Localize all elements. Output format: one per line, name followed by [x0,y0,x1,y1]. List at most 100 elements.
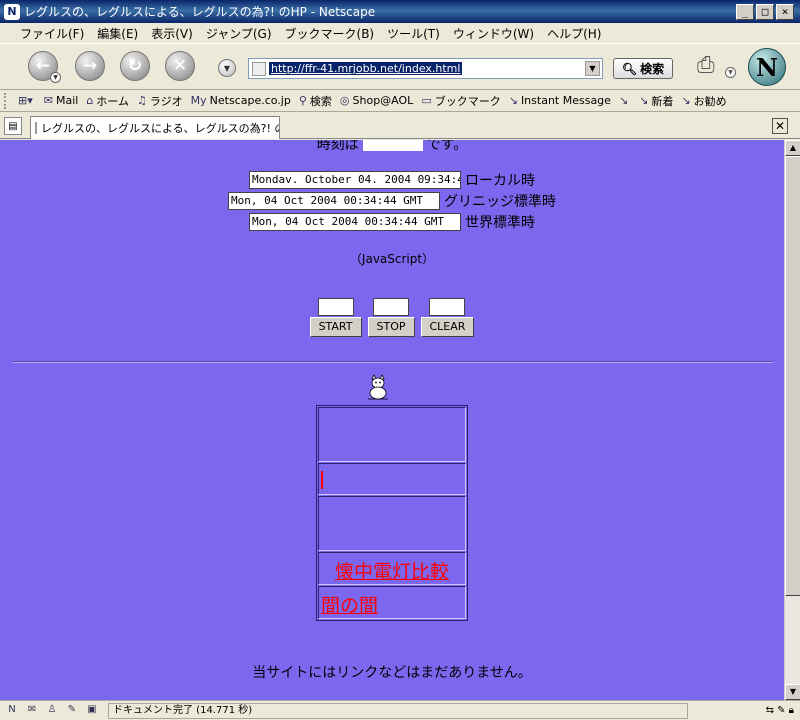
printer-icon: ⎙ [697,53,715,78]
close-tab-button[interactable]: ✕ [772,118,788,134]
link-table-cell [318,407,466,462]
back-history-dropdown[interactable]: ▼ [50,72,61,83]
address-book-status-icon[interactable]: ▣ [84,704,100,718]
netscape-status-icon[interactable]: N [4,704,20,718]
local-time-label: ローカル時 [465,173,535,189]
back-arrow-icon: ← [35,56,51,76]
address-bar[interactable]: http://ffr-41.mrjobb.net/index.html ▼ [248,58,603,79]
url-text[interactable]: http://ffr-41.mrjobb.net/index.html [269,62,463,75]
radio-icon: ♫ [136,94,147,107]
stop-x-icon: ✕ [172,56,188,76]
bookmark-icon: ↘ [618,94,629,107]
scroll-down-arrow[interactable]: ▼ [785,684,800,700]
link-table-cell [318,463,466,495]
shop-icon: ◎ [339,94,350,107]
tab-active[interactable]: レグルスの、レグルスによる、レグルスの為?! の... [30,116,280,139]
stopwatch-field-1[interactable] [317,298,354,316]
status-text: ドキュメント完了 (14.771 秒) [108,702,688,719]
between-link[interactable]: 間の間 [321,595,378,617]
toolbar-item-label: Netscape.co.jp [209,94,291,107]
toolbar-grip[interactable] [4,92,10,109]
netscape-app-icon[interactable]: N [4,3,20,20]
start-button[interactable]: START [309,317,362,337]
toolbar-item-netscape[interactable]: My Netscape.co.jp [191,94,291,107]
new-tab-button[interactable]: ▤ [4,117,22,135]
tab-bar: ▤ レグルスの、レグルスによる、レグルスの為?! の... ✕ [0,113,800,139]
bookmark-folder-icon: ▭ [421,94,432,107]
link-table-cell: 懐中電灯比較 [318,552,466,585]
footer-note: 当サイトにはリンクなどはまだありません。 [252,665,532,681]
url-history-dropdown[interactable]: ▼ [218,59,236,77]
toolbar-item-search[interactable]: ⚲ 検索 [299,93,332,109]
reload-button[interactable]: ↻ [120,51,150,81]
composer-status-icon[interactable]: ✎ [64,704,80,718]
search-button[interactable]: 🔍︎ 検索 [613,58,673,79]
flashlight-comparison-link[interactable]: 懐中電灯比較 [335,561,449,583]
toolbar-menu-button[interactable]: ⊞▾ [18,94,36,107]
toolbar-item-recommended[interactable]: ↘ お勧め [681,93,726,109]
cat-icon [364,373,392,401]
url-dropdown-button[interactable]: ▼ [585,61,600,76]
clock-row-local: Mondav. October 04. 2004 09:34:44 ローカル時 [0,170,784,190]
time-label-right: です。 [426,140,468,153]
close-icon: ✕ [774,119,786,133]
stop-button[interactable]: ✕ [165,51,195,81]
reload-icon: ↻ [127,56,143,76]
menu-window[interactable]: ウィンドウ(W) [453,25,534,42]
forward-button[interactable]: → [75,51,105,81]
toolbar-item-shop[interactable]: ◎ Shop@AOL [340,94,413,107]
local-time-field[interactable]: Mondav. October 04. 2004 09:34:44 [249,171,461,189]
magnifier-icon: 🔍︎ [621,61,638,76]
menu-go[interactable]: ジャンプ(G) [206,25,272,42]
toolbar-item-label: ブックマーク [434,94,501,108]
toolbar-item-label: お勧め [693,94,727,108]
time-display-field [362,140,423,151]
utc-time-label: 世界標準時 [465,215,535,231]
toolbar-item-home[interactable]: ⌂ ホーム [86,93,129,109]
toolbar-item-radio[interactable]: ♫ ラジオ [137,93,183,109]
back-button[interactable]: ← ▼ [28,51,61,83]
menu-file[interactable]: ファイル(F) [20,25,84,42]
utc-time-field[interactable]: Mon, 04 Oct 2004 00:34:44 GMT [249,213,461,231]
clear-button[interactable]: CLEAR [420,317,475,337]
menu-help[interactable]: ヘルプ(H) [547,25,601,42]
menu-edit[interactable]: 編集(E) [97,25,138,42]
stopwatch-controls: START STOP CLEAR [0,298,784,337]
clear-group: CLEAR [420,298,475,337]
netscape-logo-icon[interactable]: N [748,48,786,86]
javascript-note: （JavaScript） [349,252,435,266]
search-icon: ⚲ [298,94,307,107]
menu-bookmarks[interactable]: ブックマーク(B) [285,25,375,42]
menu-view[interactable]: 表示(V) [151,25,193,42]
clock-row-utc: Mon, 04 Oct 2004 00:34:44 GMT 世界標準時 [0,212,784,232]
toolbar-item-label: 検索 [309,94,332,108]
stopwatch-field-3[interactable] [429,298,466,316]
scroll-up-arrow[interactable]: ▲ [785,140,800,156]
maximize-button[interactable]: □ [756,3,774,20]
vertical-scrollbar[interactable]: ▲ ▼ [784,140,800,700]
time-label-left: 時刻は [316,140,359,153]
stop-watch-button[interactable]: STOP [367,317,415,337]
aim-status-icon[interactable]: ♙ [44,704,60,718]
toolbar-item-bookmarks[interactable]: ▭ ブックマーク [421,93,500,109]
close-window-button[interactable]: × [776,3,794,20]
home-icon: ⌂ [86,94,94,107]
toolbar-item-mail[interactable]: ✉ Mail [44,94,79,107]
title-bar: N レグルスの、レグルスによる、レグルスの為?! のHP - Netscape … [0,0,800,23]
search-button-label: 検索 [640,62,665,76]
print-dropdown[interactable]: ▼ [725,67,736,78]
toolbar-item-instant-message[interactable]: ↘ Instant Message [509,94,611,107]
toolbar-item-bookmark[interactable]: ↘ [619,94,631,107]
stopwatch-field-2[interactable] [373,298,409,316]
scroll-thumb[interactable] [785,156,800,596]
toolbar-item-new[interactable]: ↘ 新着 [639,93,673,109]
mail-status-icon[interactable]: ✉ [24,704,40,718]
minimize-button[interactable]: _ [736,3,754,20]
print-button[interactable]: ⎙ ▼ [697,53,736,78]
link-table-cell [318,496,466,551]
toolbar-item-label: Mail [55,94,79,107]
toolbar-item-label: Instant Message [520,94,611,107]
gmt-time-field[interactable]: Mon, 04 Oct 2004 00:34:44 GMT [228,192,440,210]
connection-status-icon: ⇆ ✎ 🔒︎ [765,705,794,716]
menu-tools[interactable]: ツール(T) [387,25,440,42]
